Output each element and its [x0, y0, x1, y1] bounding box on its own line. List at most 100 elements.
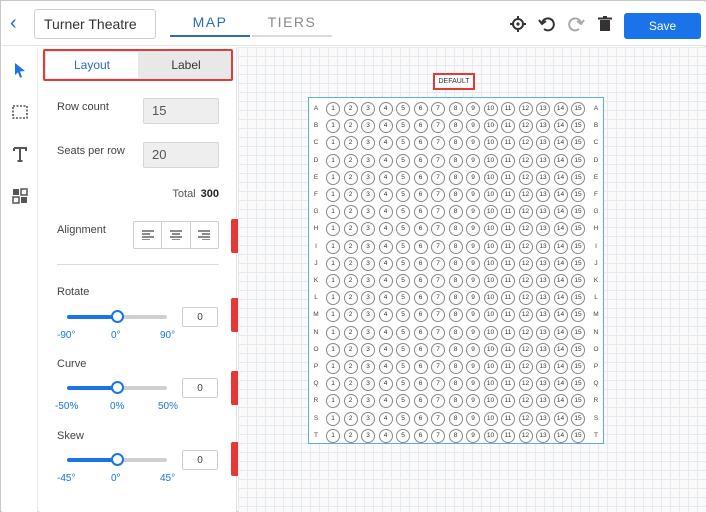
seat[interactable]: 2: [343, 308, 358, 323]
seat[interactable]: 8: [448, 394, 463, 409]
seats-per-row-input[interactable]: 20: [143, 142, 219, 168]
seat[interactable]: 4: [378, 377, 393, 392]
seat[interactable]: 11: [501, 411, 515, 426]
seat[interactable]: 9: [466, 394, 480, 409]
seat[interactable]: 9: [466, 377, 480, 392]
seat[interactable]: 12: [518, 342, 533, 357]
seat[interactable]: 3: [361, 153, 375, 168]
seat[interactable]: 14: [553, 170, 568, 185]
seat[interactable]: 7: [431, 342, 445, 357]
seat[interactable]: 9: [466, 256, 480, 271]
seat[interactable]: 9: [466, 411, 480, 426]
seat[interactable]: 10: [483, 119, 498, 134]
seat[interactable]: 8: [448, 411, 463, 426]
seat[interactable]: 15: [571, 411, 585, 426]
seat[interactable]: 10: [483, 222, 498, 237]
seat[interactable]: 8: [448, 325, 463, 340]
seat[interactable]: 13: [536, 428, 550, 443]
save-button[interactable]: Save: [624, 13, 701, 39]
seat[interactable]: 13: [536, 360, 550, 374]
seat[interactable]: 7: [431, 360, 445, 374]
seat[interactable]: 1: [326, 205, 340, 220]
seat[interactable]: 1: [326, 394, 340, 409]
seat[interactable]: 4: [378, 205, 393, 220]
seat[interactable]: 12: [518, 119, 533, 134]
seat[interactable]: 4: [378, 239, 393, 254]
seat[interactable]: 15: [571, 377, 585, 392]
seat[interactable]: 4: [378, 102, 393, 116]
seat[interactable]: 9: [466, 428, 480, 443]
seat[interactable]: 3: [361, 239, 375, 254]
seat[interactable]: 13: [536, 205, 550, 220]
seat[interactable]: 5: [396, 256, 410, 271]
seat[interactable]: 14: [553, 102, 568, 116]
seat[interactable]: 5: [396, 222, 410, 237]
seat[interactable]: 1: [326, 188, 340, 202]
seat[interactable]: 8: [448, 205, 463, 220]
seat[interactable]: 2: [343, 188, 358, 202]
rotate-slider[interactable]: [67, 310, 167, 323]
seat[interactable]: 15: [571, 360, 585, 374]
venue-name-field[interactable]: Turner Theatre: [34, 9, 156, 39]
align-left-button[interactable]: [134, 222, 163, 248]
seat[interactable]: 15: [571, 274, 585, 288]
seat[interactable]: 5: [396, 188, 410, 202]
seat[interactable]: 9: [466, 205, 480, 220]
seat[interactable]: 11: [501, 239, 515, 254]
seat[interactable]: 3: [361, 136, 375, 151]
seat[interactable]: 14: [553, 153, 568, 168]
curve-slider-thumb[interactable]: [111, 381, 124, 394]
seat[interactable]: 15: [571, 102, 585, 116]
seat[interactable]: 3: [361, 411, 375, 426]
seat[interactable]: 15: [571, 153, 585, 168]
seat[interactable]: 8: [448, 428, 463, 443]
seat[interactable]: 5: [396, 239, 410, 254]
seat-block[interactable]: A A 1 2 3 4 5 6 7 8 9 10 11 12 13 14 15 B B 1 2 3 4 5 6 7 8 9 10 11 12…: [308, 97, 604, 444]
seat[interactable]: 8: [448, 239, 463, 254]
tab-label[interactable]: Label: [140, 52, 232, 78]
seat[interactable]: 14: [553, 291, 568, 306]
seat[interactable]: 7: [431, 256, 445, 271]
seat[interactable]: 14: [553, 239, 568, 254]
seat[interactable]: 1: [326, 119, 340, 134]
seat[interactable]: 2: [343, 342, 358, 357]
seat[interactable]: 4: [378, 136, 393, 151]
seat[interactable]: 2: [343, 256, 358, 271]
seat[interactable]: 2: [343, 102, 358, 116]
seat[interactable]: 5: [396, 102, 410, 116]
align-right-button[interactable]: [191, 222, 218, 248]
seat[interactable]: 11: [501, 256, 515, 271]
seat[interactable]: 12: [518, 325, 533, 340]
seat[interactable]: 15: [571, 308, 585, 323]
seat[interactable]: 9: [466, 325, 480, 340]
seat[interactable]: 3: [361, 256, 375, 271]
seat[interactable]: 15: [571, 428, 585, 443]
seat[interactable]: 15: [571, 170, 585, 185]
undo-icon[interactable]: [537, 14, 557, 34]
seat[interactable]: 12: [518, 377, 533, 392]
seat[interactable]: 2: [343, 377, 358, 392]
seat[interactable]: 5: [396, 411, 410, 426]
seat[interactable]: 10: [483, 325, 498, 340]
seat[interactable]: 12: [518, 256, 533, 271]
text-icon[interactable]: [10, 144, 30, 164]
seat[interactable]: 15: [571, 239, 585, 254]
seat[interactable]: 10: [483, 274, 498, 288]
seat[interactable]: 4: [378, 342, 393, 357]
seat[interactable]: 1: [326, 239, 340, 254]
seat[interactable]: 4: [378, 256, 393, 271]
seat[interactable]: 10: [483, 102, 498, 116]
seat[interactable]: 13: [536, 136, 550, 151]
seat[interactable]: 4: [378, 308, 393, 323]
seat[interactable]: 14: [553, 325, 568, 340]
seat[interactable]: 4: [378, 222, 393, 237]
seat[interactable]: 11: [501, 308, 515, 323]
seat[interactable]: 5: [396, 153, 410, 168]
seat[interactable]: 4: [378, 170, 393, 185]
seat[interactable]: 2: [343, 119, 358, 134]
seat[interactable]: 12: [518, 102, 533, 116]
seat[interactable]: 6: [413, 274, 428, 288]
seat[interactable]: 7: [431, 308, 445, 323]
seat[interactable]: 6: [413, 119, 428, 134]
seat[interactable]: 1: [326, 222, 340, 237]
